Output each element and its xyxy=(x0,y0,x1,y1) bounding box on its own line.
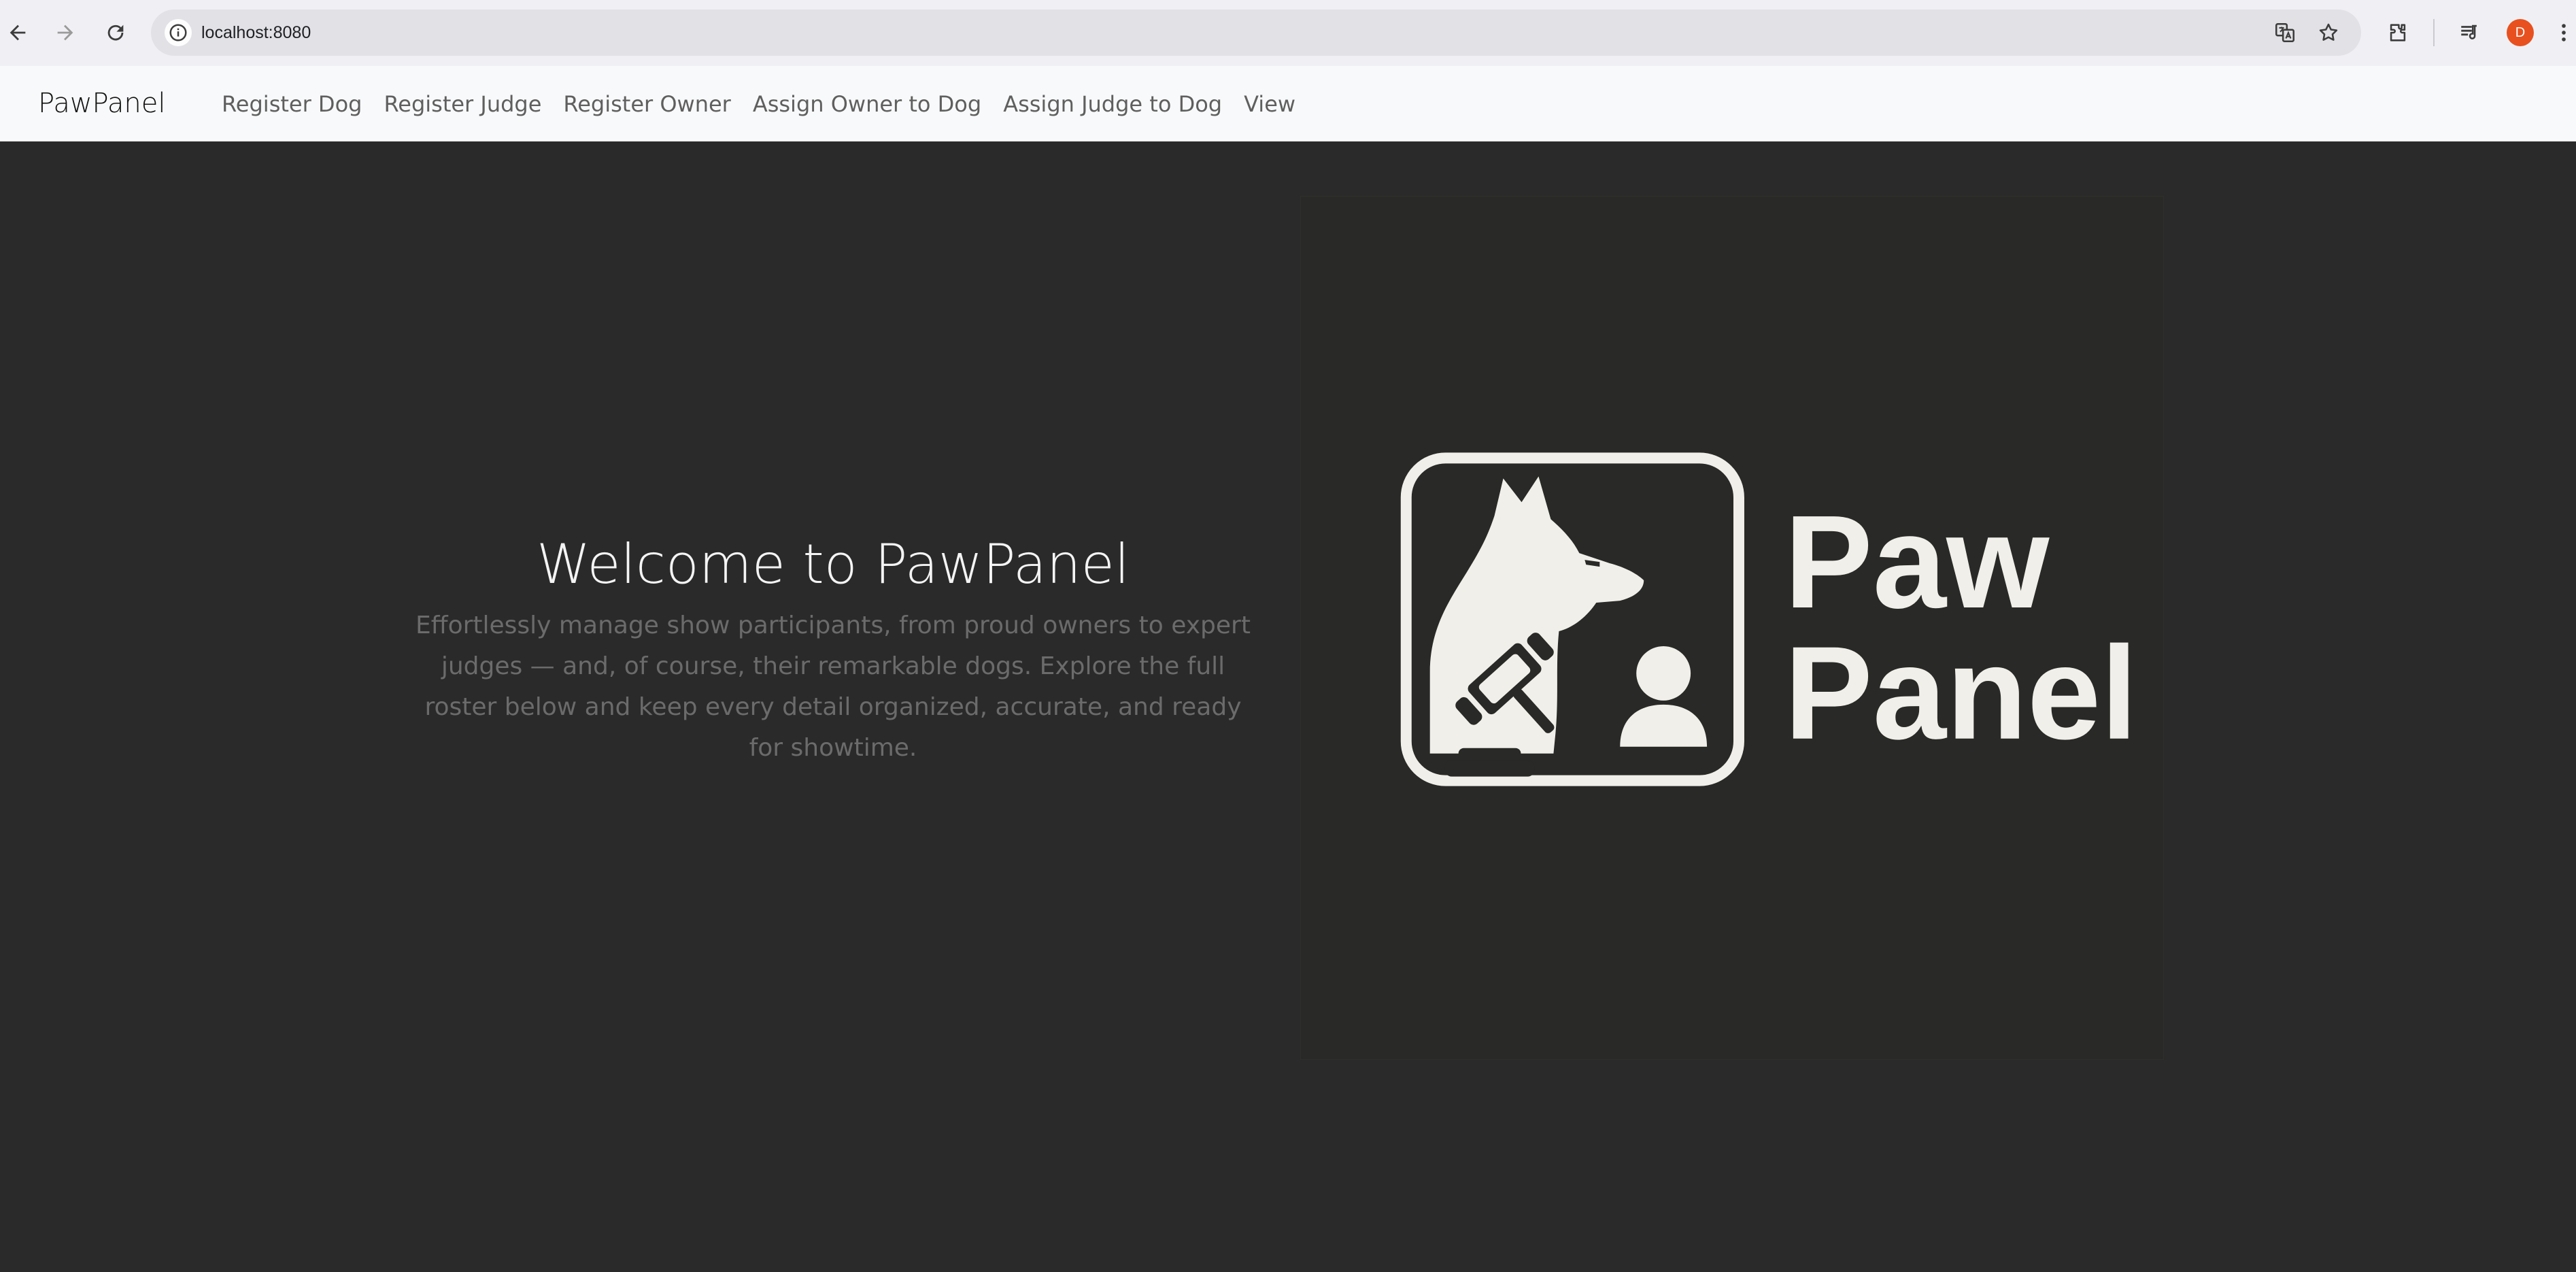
pawpanel-logo: Paw Panel xyxy=(1300,196,2164,1060)
person-icon xyxy=(1620,646,1708,747)
hero-section: Welcome to PawPanel Effortlessly manage … xyxy=(0,141,2576,1272)
translate-icon[interactable] xyxy=(2271,19,2299,46)
nav-link-register-owner[interactable]: Register Owner xyxy=(552,91,741,117)
browser-menu-icon[interactable] xyxy=(2554,19,2573,46)
nav-link-view[interactable]: View xyxy=(1233,91,1306,117)
logo-wordmark-panel: Panel xyxy=(1784,620,2137,767)
nav-link-assign-owner-to-dog[interactable]: Assign Owner to Dog xyxy=(742,91,992,117)
gavel-base-icon xyxy=(1444,760,1535,777)
gavel-base-icon xyxy=(1458,748,1521,762)
media-queue-icon[interactable] xyxy=(2456,19,2484,46)
app-navbar: PawPanel Register Dog Register Judge Reg… xyxy=(0,66,2576,141)
nav-link-register-judge[interactable]: Register Judge xyxy=(373,91,552,117)
back-icon[interactable] xyxy=(1,16,34,49)
address-bar[interactable]: localhost:8080 xyxy=(151,10,2361,56)
nav-link-assign-judge-to-dog[interactable]: Assign Judge to Dog xyxy=(992,91,1233,117)
profile-avatar[interactable]: D xyxy=(2507,19,2534,46)
nav-links: Register Dog Register Judge Register Own… xyxy=(211,66,1306,141)
hero-subtitle: Effortlessly manage show participants, f… xyxy=(416,612,1251,762)
bookmark-star-icon[interactable] xyxy=(2315,19,2342,46)
extensions-icon[interactable] xyxy=(2384,19,2411,46)
site-info-icon[interactable] xyxy=(165,19,192,46)
hero-text: Welcome to PawPanel Effortlessly manage … xyxy=(381,533,1285,769)
url-text[interactable]: localhost:8080 xyxy=(201,10,311,56)
nav-link-register-dog[interactable]: Register Dog xyxy=(211,91,373,117)
forward-icon[interactable] xyxy=(49,16,82,49)
reload-icon[interactable] xyxy=(99,16,132,49)
hero-title: Welcome to PawPanel xyxy=(536,533,1130,596)
navbar-brand[interactable]: PawPanel xyxy=(38,66,165,141)
toolbar-divider xyxy=(2433,19,2435,46)
browser-toolbar: localhost:8080 D xyxy=(0,0,2576,66)
logo-wordmark-paw: Paw xyxy=(1784,488,2050,636)
